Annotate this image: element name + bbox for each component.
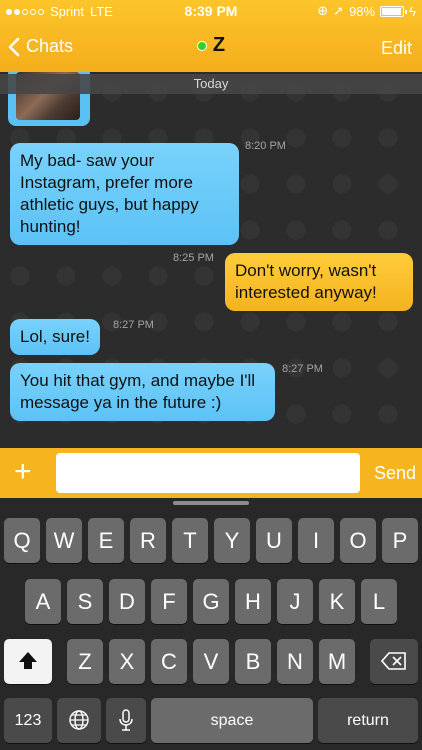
message-timestamp: 8:27 PM [113, 319, 154, 331]
message-bubble-incoming[interactable]: You hit that gym, and maybe I'll message… [10, 363, 275, 421]
battery-icon [380, 5, 408, 17]
location-icon: ➚ [333, 3, 345, 18]
battery-percent: 98% [349, 3, 376, 19]
key-o[interactable]: O [340, 518, 376, 563]
conversation-title[interactable]: Z [0, 34, 422, 57]
message-input[interactable] [56, 453, 360, 493]
key-j[interactable]: J [277, 579, 313, 624]
key-l[interactable]: L [361, 579, 397, 624]
key-d[interactable]: D [109, 579, 145, 624]
key-q[interactable]: Q [4, 518, 40, 563]
message-bubble-outgoing[interactable]: Don't worry, wasn't interested anyway! [225, 253, 413, 311]
key-c[interactable]: C [151, 639, 187, 684]
online-status-icon [196, 40, 207, 51]
rotation-lock-icon: ⊕ [317, 3, 329, 18]
shift-icon [19, 652, 37, 669]
globe-icon [69, 710, 89, 730]
plus-icon[interactable]: + [14, 457, 32, 487]
message-timestamp: 8:25 PM [173, 252, 214, 264]
return-key[interactable]: return [318, 698, 418, 743]
key-i[interactable]: I [298, 518, 334, 563]
message-bubble-incoming[interactable]: My bad- saw your Instagram, prefer more … [10, 143, 239, 245]
contact-name: Z [212, 34, 226, 56]
key-g[interactable]: G [193, 579, 229, 624]
message-list[interactable]: Today My bad- saw your Instagram, prefer… [0, 72, 422, 448]
composer-bar: + Send [0, 448, 422, 498]
key-y[interactable]: Y [214, 518, 250, 563]
status-bar: Sprint LTE 8:39 PM ⊕ ➚ 98% ϟ [0, 0, 422, 22]
message-bubble-incoming[interactable]: Lol, sure! [10, 319, 100, 355]
key-n[interactable]: N [277, 639, 313, 684]
keyboard-grabber[interactable] [173, 501, 249, 505]
shift-key[interactable] [4, 639, 52, 684]
key-w[interactable]: W [46, 518, 82, 563]
nav-header: Sprint LTE 8:39 PM ⊕ ➚ 98% ϟ Chats Z Edi… [0, 0, 422, 72]
edit-button[interactable]: Edit [381, 38, 412, 59]
backspace-key[interactable] [370, 639, 418, 684]
key-e[interactable]: E [88, 518, 124, 563]
key-h[interactable]: H [235, 579, 271, 624]
charging-icon: ϟ [409, 3, 416, 19]
dictation-key[interactable] [106, 698, 146, 743]
key-r[interactable]: R [130, 518, 166, 563]
globe-key[interactable] [57, 698, 101, 743]
key-z[interactable]: Z [67, 639, 103, 684]
backspace-icon [380, 652, 406, 670]
send-button[interactable]: Send [374, 463, 416, 484]
key-p[interactable]: P [382, 518, 418, 563]
numbers-key[interactable]: 123 [4, 698, 52, 743]
microphone-icon [119, 709, 133, 731]
status-right: ⊕ ➚ 98% ϟ [317, 3, 416, 19]
date-separator: Today [0, 74, 422, 94]
key-u[interactable]: U [256, 518, 292, 563]
keyboard: Q W E R T Y U I O P A S D F G H J K L Z … [0, 498, 422, 750]
key-s[interactable]: S [67, 579, 103, 624]
key-t[interactable]: T [172, 518, 208, 563]
key-b[interactable]: B [235, 639, 271, 684]
message-timestamp: 8:20 PM [245, 140, 286, 152]
key-k[interactable]: K [319, 579, 355, 624]
message-timestamp: 8:27 PM [282, 363, 323, 375]
key-a[interactable]: A [25, 579, 61, 624]
key-f[interactable]: F [151, 579, 187, 624]
key-x[interactable]: X [109, 639, 145, 684]
key-m[interactable]: M [319, 639, 355, 684]
space-key[interactable]: space [151, 698, 313, 743]
key-v[interactable]: V [193, 639, 229, 684]
